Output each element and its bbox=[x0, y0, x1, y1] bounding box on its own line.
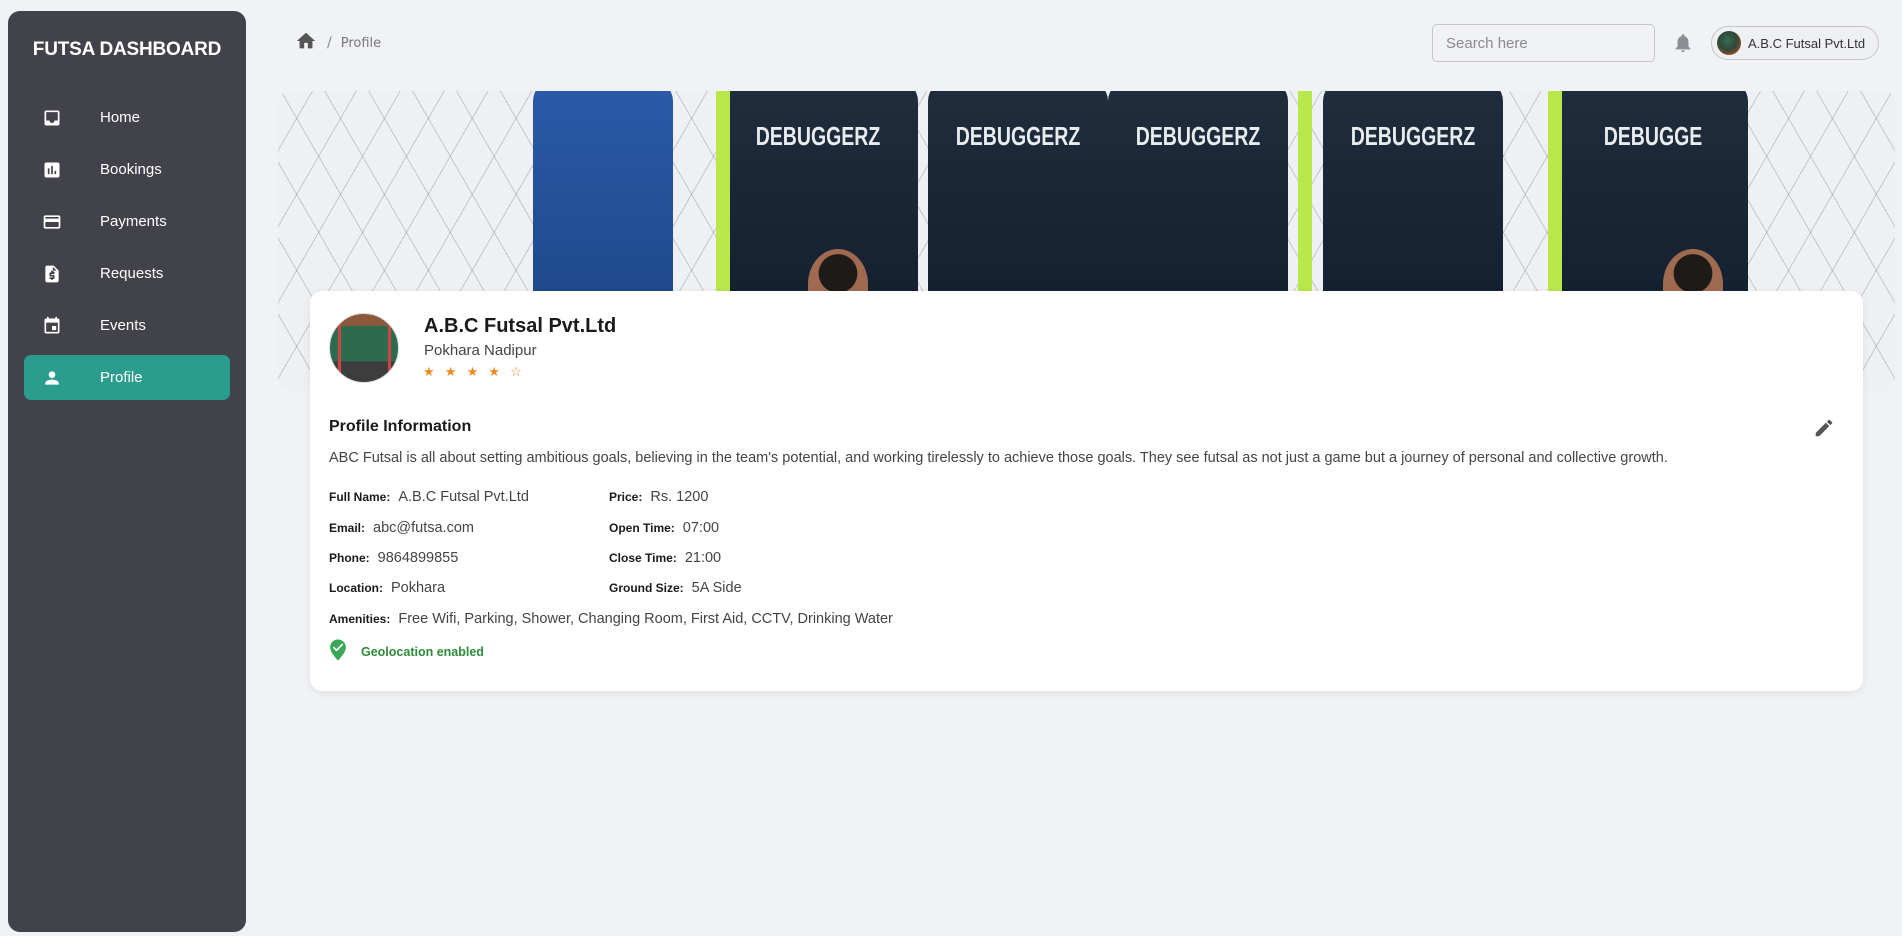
sidebar-item-label: Home bbox=[100, 109, 141, 126]
field-label: Full Name: bbox=[329, 490, 391, 504]
geolocation-label: Geolocation enabled bbox=[361, 645, 484, 659]
field-amenities: Amenities: Free Wifi, Parking, Shower, C… bbox=[329, 611, 893, 627]
field-open-time: Open Time: 07:00 bbox=[609, 520, 719, 536]
jersey-text: DEBUGGERZ bbox=[1135, 121, 1261, 151]
profile-description: ABC Futsal is all about setting ambitiou… bbox=[329, 450, 1668, 466]
cover-person bbox=[533, 91, 673, 291]
user-menu-button[interactable]: A.B.C Futsal Pvt.Ltd bbox=[1711, 26, 1879, 60]
sidebar: FUTSA DASHBOARD Home Bookings Payments R… bbox=[8, 11, 246, 932]
location-check-icon bbox=[329, 639, 347, 665]
field-value: 21:00 bbox=[684, 550, 722, 566]
cover-stripe bbox=[716, 91, 730, 301]
jersey-text: DEBUGGERZ bbox=[1350, 121, 1476, 151]
field-label: Location: bbox=[329, 581, 383, 595]
sidebar-item-bookings[interactable]: Bookings bbox=[24, 147, 230, 192]
field-label: Ground Size: bbox=[609, 581, 684, 595]
calendar-icon bbox=[42, 316, 62, 336]
section-title: Profile Information bbox=[329, 418, 472, 435]
star-rating: ★ ★ ★ ★ ☆ bbox=[423, 365, 525, 380]
person-icon bbox=[42, 368, 62, 388]
sidebar-nav: Home Bookings Payments Requests Events P… bbox=[24, 95, 230, 407]
field-email: Email: abc@futsa.com bbox=[329, 520, 474, 536]
sidebar-item-label: Events bbox=[100, 317, 146, 334]
profile-name: A.B.C Futsal Pvt.Ltd bbox=[424, 315, 617, 337]
sidebar-item-label: Bookings bbox=[100, 161, 162, 178]
jersey-text: DEBUGGERZ bbox=[755, 121, 881, 151]
field-full-name: Full Name: A.B.C Futsal Pvt.Ltd bbox=[329, 489, 529, 505]
user-name: A.B.C Futsal Pvt.Ltd bbox=[1748, 35, 1866, 51]
bell-icon[interactable] bbox=[1672, 32, 1694, 54]
field-ground-size: Ground Size: 5A Side bbox=[609, 580, 742, 596]
cover-person: DEBUGGE bbox=[1558, 91, 1748, 291]
brand-title[interactable]: FUTSA DASHBOARD bbox=[8, 39, 246, 61]
field-label: Close Time: bbox=[609, 551, 677, 565]
credit-card-icon bbox=[42, 212, 62, 232]
edit-icon[interactable] bbox=[1813, 417, 1835, 439]
field-value: 9864899855 bbox=[377, 550, 459, 566]
field-price: Price: Rs. 1200 bbox=[609, 489, 708, 505]
home-icon[interactable] bbox=[295, 30, 317, 56]
breadcrumb-current: Profile bbox=[340, 35, 382, 51]
sidebar-item-events[interactable]: Events bbox=[24, 303, 230, 348]
profile-location: Pokhara Nadipur bbox=[424, 342, 537, 359]
cover-stripe bbox=[1548, 91, 1562, 301]
field-location: Location: Pokhara bbox=[329, 580, 445, 596]
sidebar-item-label: Payments bbox=[100, 213, 167, 230]
sidebar-item-profile[interactable]: Profile bbox=[24, 355, 230, 400]
field-value: abc@futsa.com bbox=[373, 520, 474, 536]
sidebar-item-label: Profile bbox=[100, 369, 143, 386]
breadcrumb-separator: / bbox=[327, 35, 332, 51]
jersey-text: DEBUGGERZ bbox=[955, 121, 1081, 151]
field-label: Open Time: bbox=[609, 521, 675, 535]
sidebar-item-label: Requests bbox=[100, 265, 164, 282]
field-value: Rs. 1200 bbox=[650, 489, 709, 505]
inbox-icon bbox=[42, 108, 62, 128]
field-value: 07:00 bbox=[682, 520, 720, 536]
field-label: Email: bbox=[329, 521, 366, 535]
profile-card: A.B.C Futsal Pvt.Ltd Pokhara Nadipur ★ ★… bbox=[310, 291, 1863, 691]
field-phone: Phone: 9864899855 bbox=[329, 550, 458, 566]
field-label: Amenities: bbox=[329, 612, 391, 626]
breadcrumb: / Profile bbox=[295, 30, 381, 56]
cover-person: DEBUGGERZ bbox=[1323, 91, 1503, 291]
field-label: Price: bbox=[609, 490, 643, 504]
avatar bbox=[1717, 31, 1741, 55]
sidebar-item-requests[interactable]: Requests bbox=[24, 251, 230, 296]
field-label: Phone: bbox=[329, 551, 370, 565]
field-value: Free Wifi, Parking, Shower, Changing Roo… bbox=[398, 611, 893, 627]
search-input[interactable] bbox=[1432, 24, 1655, 62]
cover-person: DEBUGGERZ bbox=[1108, 91, 1288, 291]
field-value: 5A Side bbox=[691, 580, 742, 596]
field-close-time: Close Time: 21:00 bbox=[609, 550, 721, 566]
sidebar-item-home[interactable]: Home bbox=[24, 95, 230, 140]
field-value: Pokhara bbox=[391, 580, 446, 596]
jersey-text: DEBUGGE bbox=[1603, 121, 1703, 151]
profile-avatar bbox=[329, 313, 399, 383]
bar-chart-icon bbox=[42, 160, 62, 180]
receipt-icon bbox=[42, 264, 62, 284]
cover-person: DEBUGGERZ bbox=[928, 91, 1108, 291]
cover-stripe bbox=[1298, 91, 1312, 301]
field-value: A.B.C Futsal Pvt.Ltd bbox=[398, 489, 529, 505]
sidebar-item-payments[interactable]: Payments bbox=[24, 199, 230, 244]
geolocation-status: Geolocation enabled bbox=[329, 639, 484, 665]
